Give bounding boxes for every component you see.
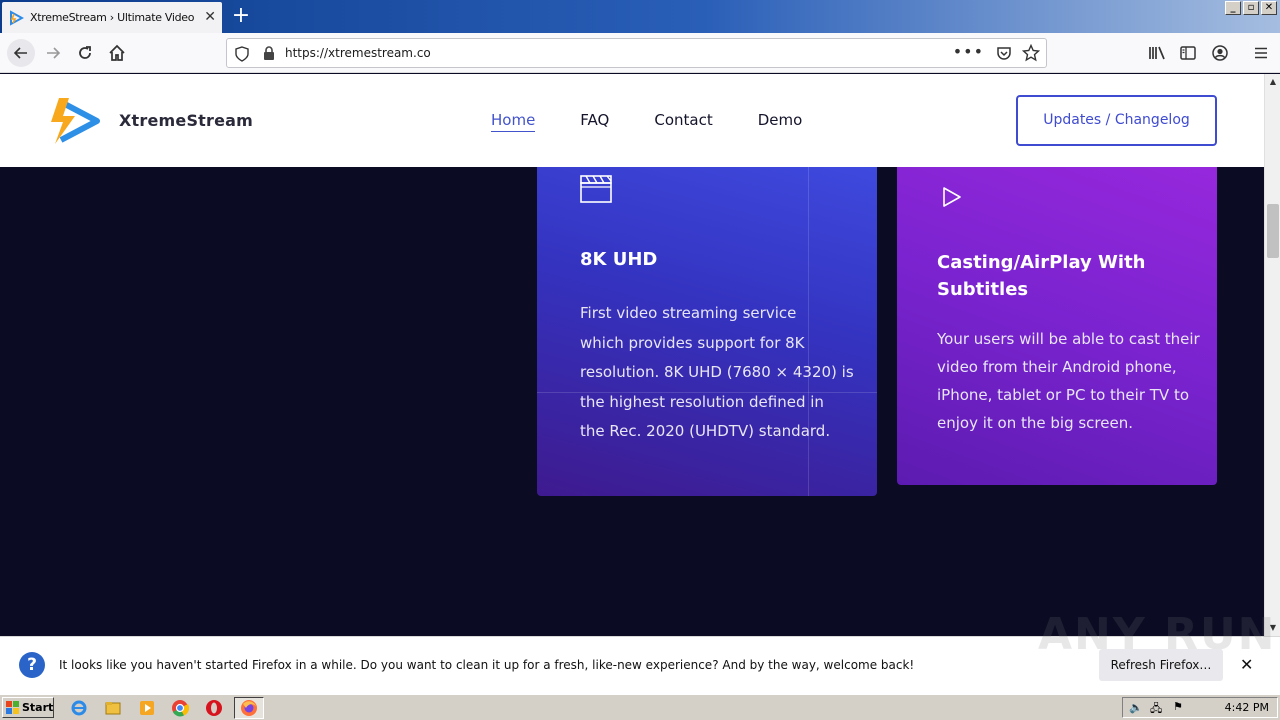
close-window-button[interactable]: ✕ — [1261, 1, 1277, 15]
url-text[interactable]: https://xtremestream.co — [285, 46, 431, 60]
description-line: the Rec. 2020 (UHDTV) standard. — [580, 422, 831, 440]
description-line: video from their Android phone, — [937, 358, 1177, 376]
feature-title: 8K UHD — [580, 249, 658, 270]
page-actions-menu-icon[interactable]: ••• — [953, 42, 984, 61]
start-button[interactable]: Start — [2, 697, 54, 718]
feature-description: Your users will be able to cast their vi… — [937, 325, 1200, 437]
volume-icon[interactable]: 🔈 — [1129, 701, 1143, 714]
tab-close-icon[interactable]: ✕ — [204, 9, 216, 25]
changelog-button[interactable]: Updates / Changelog — [1016, 95, 1217, 146]
feature-description: First video streaming service which prov… — [580, 299, 854, 447]
back-button[interactable] — [7, 39, 35, 67]
library-icon — [1149, 46, 1165, 60]
feature-card-8k: 8K UHD First video streaming service whi… — [537, 154, 877, 496]
description-line: enjoy it on the big screen. — [937, 414, 1133, 432]
scroll-down-icon[interactable]: ▼ — [1266, 621, 1280, 635]
firefox-icon — [241, 700, 257, 716]
notification-message: It looks like you haven't started Firefo… — [59, 658, 915, 672]
back-arrow-icon — [13, 47, 27, 59]
site-favicon-icon — [10, 9, 24, 26]
media-player-icon[interactable] — [138, 699, 156, 717]
account-icon — [1212, 45, 1228, 61]
taskbar-firefox-active[interactable] — [234, 697, 264, 719]
scroll-thumb[interactable] — [1267, 204, 1279, 258]
description-line: iPhone, tablet or PC to their TV to — [937, 386, 1190, 404]
feature-card-casting: Casting/AirPlay With Subtitles Your user… — [897, 154, 1217, 485]
site-header: XtremeStream Home FAQ Contact Demo Updat… — [0, 74, 1264, 167]
scroll-up-icon[interactable]: ▲ — [1266, 75, 1280, 89]
clapperboard-icon — [580, 175, 612, 203]
network-icon[interactable]: 🖧 — [1150, 700, 1162, 719]
notification-bar: ANY RUN ? It looks like you haven't star… — [0, 609, 1280, 694]
bookmark-star-icon[interactable] — [1022, 44, 1040, 62]
refresh-firefox-button[interactable]: Refresh Firefox… — [1099, 649, 1223, 681]
taskbar: Start 🔈 🖧 ⚑ 4:42 PM — [0, 694, 1280, 720]
pocket-icon[interactable] — [996, 45, 1012, 61]
windows-logo-icon — [6, 701, 19, 714]
restore-button[interactable]: ▫ — [1243, 1, 1259, 15]
feature-title: Casting/AirPlay With Subtitles — [937, 249, 1146, 303]
description-line: resolution. 8K UHD (7680 × 4320) is — [580, 363, 854, 381]
home-icon — [109, 44, 125, 61]
file-explorer-icon[interactable] — [104, 699, 122, 717]
page-scrollbar[interactable]: ▲ ▼ — [1264, 74, 1280, 636]
brand-name[interactable]: XtremeStream — [119, 111, 253, 130]
minimize-button[interactable]: _ — [1225, 1, 1241, 15]
new-tab-button[interactable]: + — [230, 4, 252, 28]
reload-icon — [79, 46, 91, 59]
nav-demo-link[interactable]: Demo — [758, 111, 803, 132]
window-controls: _ ▫ ✕ — [1225, 1, 1277, 15]
main-nav: Home FAQ Contact Demo — [491, 111, 847, 132]
chrome-icon[interactable] — [171, 699, 189, 717]
internet-explorer-icon[interactable] — [70, 699, 88, 717]
description-line: First video streaming service — [580, 304, 797, 322]
description-line: the highest resolution defined in — [580, 392, 824, 411]
lock-icon[interactable] — [263, 46, 275, 61]
shield-icon[interactable] — [235, 46, 249, 62]
play-icon — [943, 187, 961, 207]
start-label: Start — [22, 701, 54, 714]
help-icon: ? — [19, 652, 45, 678]
account-button[interactable] — [1208, 41, 1232, 65]
page-viewport: 8K UHD First video streaming service whi… — [0, 74, 1264, 636]
hamburger-menu-icon — [1255, 47, 1267, 59]
sidebar-icon — [1180, 46, 1196, 60]
menu-button[interactable] — [1249, 41, 1273, 65]
library-button[interactable] — [1145, 41, 1169, 65]
description-line: which provides support for 8K — [580, 333, 805, 352]
system-tray: 🔈 🖧 ⚑ 4:42 PM — [1122, 697, 1278, 718]
forward-arrow-icon — [47, 47, 61, 59]
sidebar-button[interactable] — [1176, 41, 1200, 65]
clock: 4:42 PM — [1224, 701, 1269, 714]
opera-icon[interactable] — [205, 699, 223, 717]
nav-faq-link[interactable]: FAQ — [580, 111, 609, 132]
forward-button[interactable] — [41, 41, 65, 65]
home-button[interactable] — [105, 41, 129, 65]
tab-strip: XtremeStream › Ultimate Video Stre ✕ + _… — [0, 0, 1280, 33]
action-center-flag-icon[interactable]: ⚑ — [1173, 700, 1183, 713]
close-notification-icon[interactable]: ✕ — [1240, 655, 1253, 674]
feature-title-line: Subtitles — [937, 279, 1029, 300]
description-line: Your users will be able to cast their — [937, 330, 1200, 348]
nav-contact-link[interactable]: Contact — [654, 111, 712, 132]
xtremestream-logo-icon[interactable] — [47, 96, 101, 146]
tab-title: XtremeStream › Ultimate Video Stre — [30, 11, 194, 24]
browser-toolbar: https://xtremestream.co ••• — [0, 33, 1280, 73]
feature-title-line: Casting/AirPlay With — [937, 252, 1146, 273]
browser-tab[interactable]: XtremeStream › Ultimate Video Stre ✕ — [2, 2, 222, 33]
reload-button[interactable] — [73, 41, 97, 65]
address-bar[interactable]: https://xtremestream.co ••• — [226, 38, 1047, 68]
nav-home-link[interactable]: Home — [491, 111, 536, 132]
